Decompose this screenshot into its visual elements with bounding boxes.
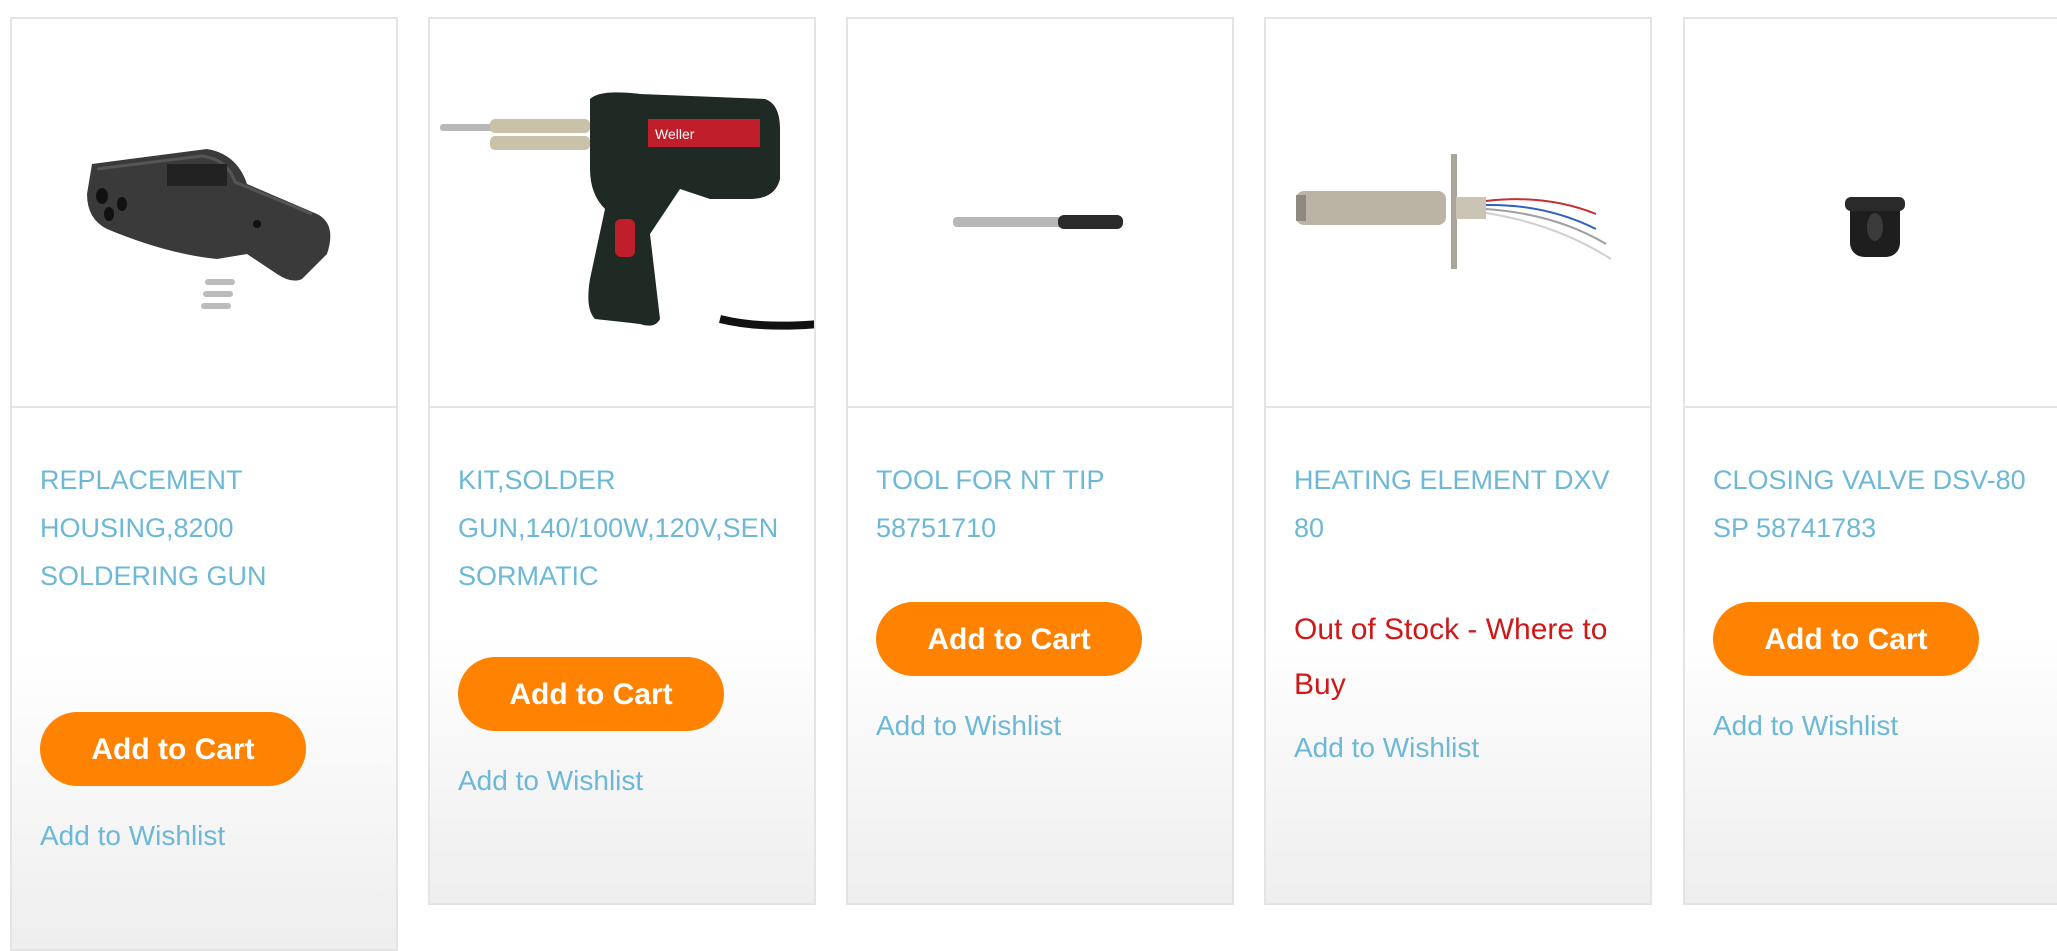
product-image-container[interactable]: [848, 19, 1232, 408]
product-info: TOOL FOR NT TIP 58751710 Add to Cart Add…: [848, 408, 1232, 903]
closing-valve-image[interactable]: [1685, 19, 2057, 408]
add-to-wishlist-link[interactable]: Add to Wishlist: [1294, 732, 1624, 764]
soldering-gun-image[interactable]: Weller: [430, 19, 816, 408]
product-info: KIT,SOLDER GUN,140/100W,120V,SENSORMATIC…: [430, 408, 814, 903]
product-title-link[interactable]: KIT,SOLDER GUN,140/100W,120V,SENSORMATIC: [458, 456, 796, 600]
product-image-container[interactable]: [1266, 19, 1650, 408]
product-card: HEATING ELEMENT DXV 80 Out of Stock - Wh…: [1264, 17, 1652, 905]
housing-image[interactable]: [12, 19, 398, 408]
add-to-cart-button[interactable]: Add to Cart: [458, 657, 724, 731]
product-image-container[interactable]: Weller: [430, 19, 814, 408]
product-card: Weller KIT,SOLDER GUN,140/100W,120V,SENS…: [428, 17, 816, 905]
add-to-wishlist-link[interactable]: Add to Wishlist: [876, 710, 1206, 742]
product-card: CLOSING VALVE DSV-80 SP 58741783 Add to …: [1683, 17, 2057, 905]
product-info: CLOSING VALVE DSV-80 SP 58741783 Add to …: [1685, 408, 2057, 903]
add-to-wishlist-link[interactable]: Add to Wishlist: [40, 820, 370, 852]
product-title-link[interactable]: REPLACEMENT HOUSING,8200 SOLDERING GUN: [40, 456, 280, 600]
product-card: TOOL FOR NT TIP 58751710 Add to Cart Add…: [846, 17, 1234, 905]
product-card: REPLACEMENT HOUSING,8200 SOLDERING GUN A…: [10, 17, 398, 951]
heating-element-image[interactable]: [1266, 19, 1652, 408]
out-of-stock-link[interactable]: Out of Stock - Where to Buy: [1294, 602, 1634, 712]
add-to-wishlist-link[interactable]: Add to Wishlist: [1713, 710, 2043, 742]
product-image-container[interactable]: [1685, 19, 2057, 408]
add-to-cart-button[interactable]: Add to Cart: [876, 602, 1142, 676]
product-title-link[interactable]: HEATING ELEMENT DXV 80: [1294, 456, 1624, 552]
product-title-link[interactable]: TOOL FOR NT TIP 58751710: [876, 456, 1136, 552]
product-image-container[interactable]: [12, 19, 396, 408]
svg-text:Weller: Weller: [655, 126, 695, 142]
add-to-cart-button[interactable]: Add to Cart: [40, 712, 306, 786]
add-to-cart-button[interactable]: Add to Cart: [1713, 602, 1979, 676]
product-title-link[interactable]: CLOSING VALVE DSV-80 SP 58741783: [1713, 456, 2043, 552]
tip-tool-image[interactable]: [848, 19, 1234, 408]
product-info: HEATING ELEMENT DXV 80 Out of Stock - Wh…: [1266, 408, 1650, 903]
add-to-wishlist-link[interactable]: Add to Wishlist: [458, 765, 788, 797]
product-info: REPLACEMENT HOUSING,8200 SOLDERING GUN A…: [12, 408, 396, 949]
